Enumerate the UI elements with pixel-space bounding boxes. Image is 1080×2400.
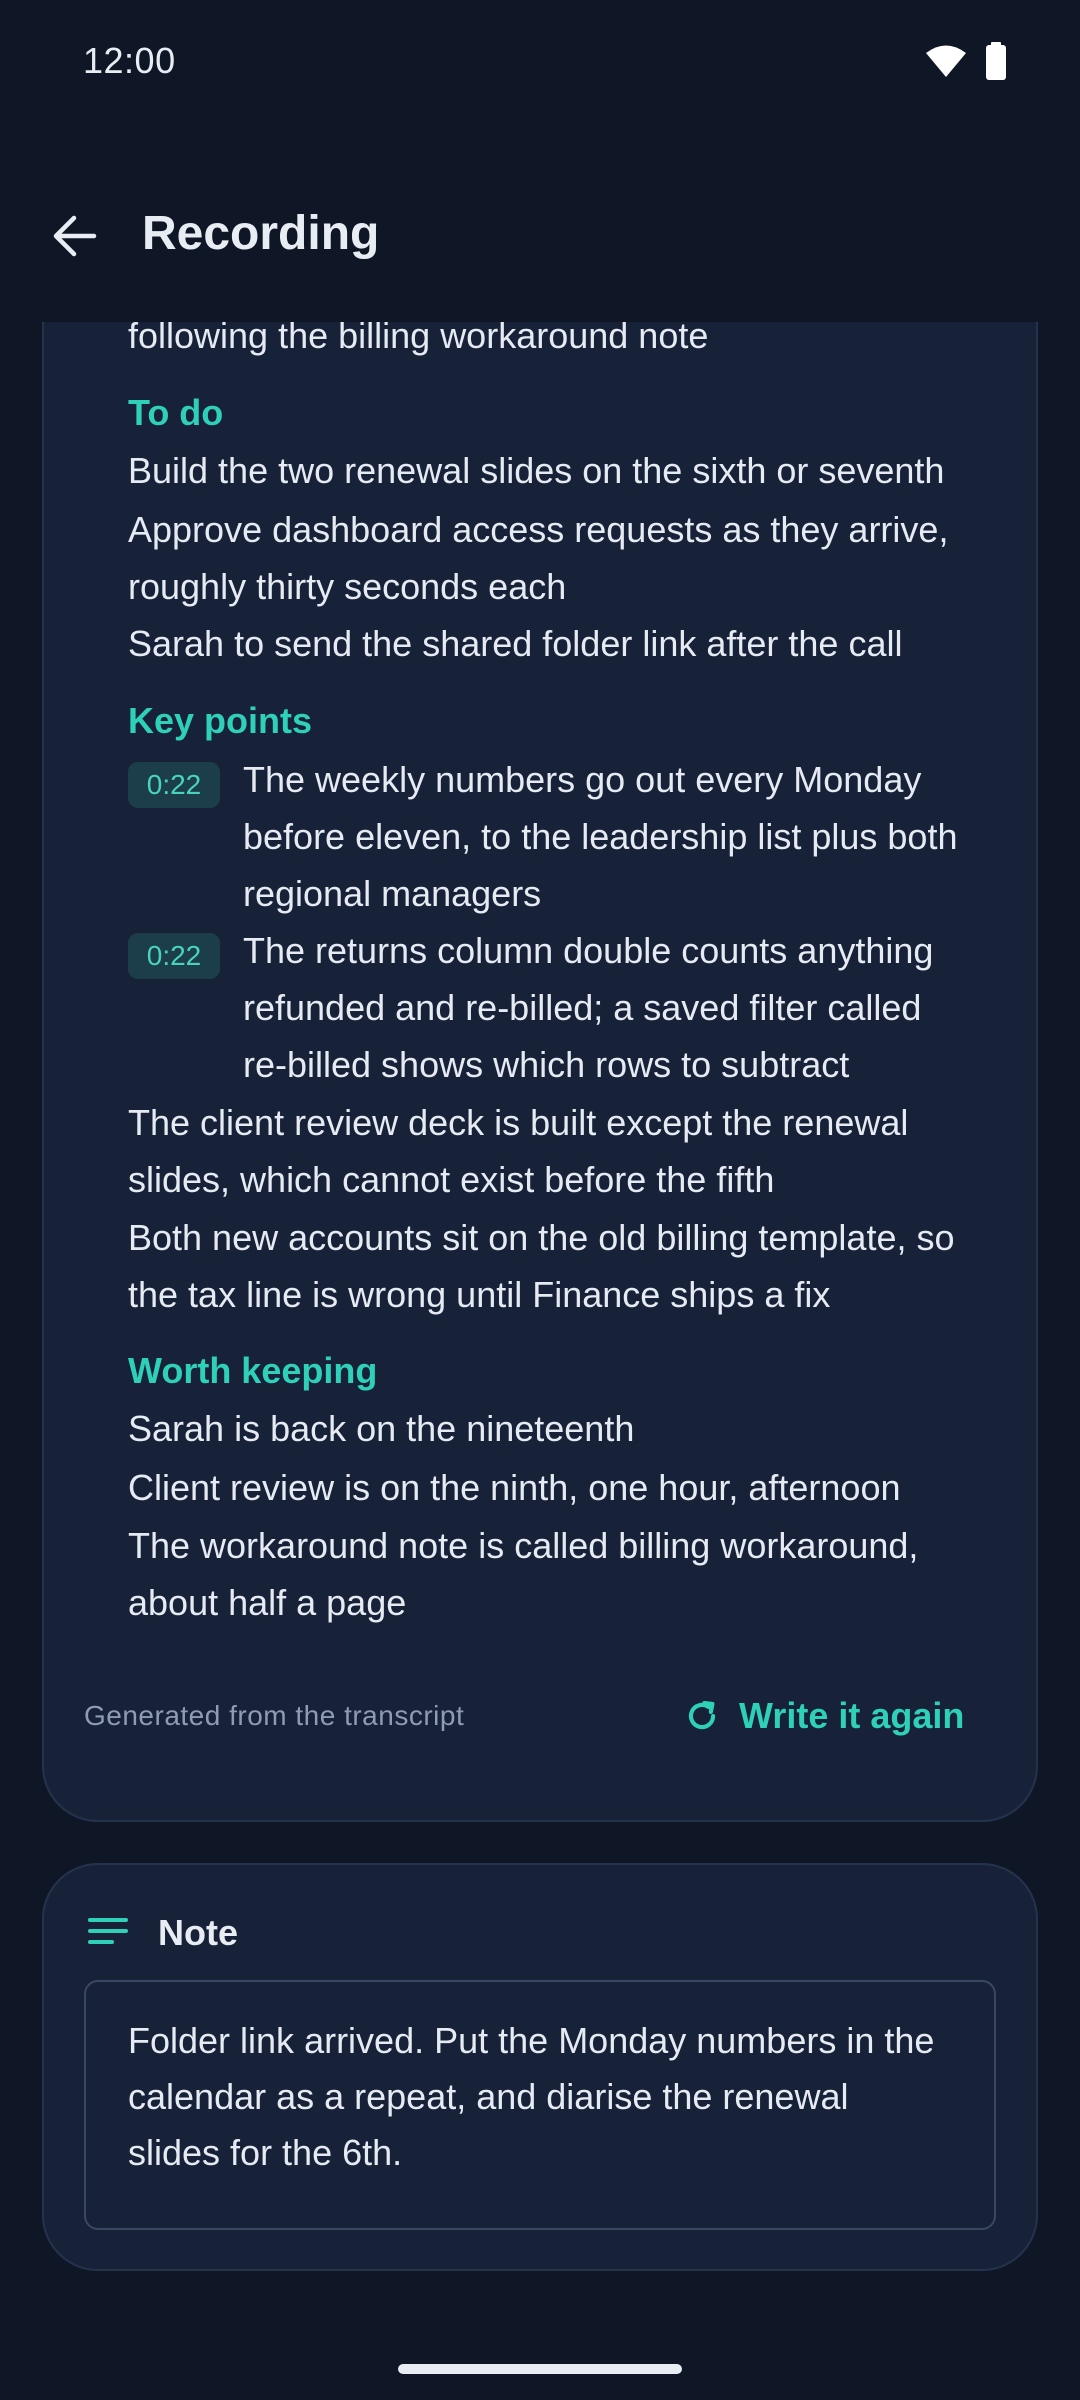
write-again-button[interactable]: Write it again [683, 1686, 964, 1746]
todo-line: roughly thirty seconds each [128, 566, 567, 607]
key-point-line: before eleven, to the leadership list pl… [243, 816, 958, 857]
key-point-line: slides, which cannot exist before the fi… [128, 1159, 775, 1200]
note-line: calendar as a repeat, and diarise the re… [128, 2076, 849, 2117]
note-text-field[interactable]: Folder link arrived. Put the Monday numb… [84, 1980, 996, 2230]
back-button[interactable] [34, 196, 114, 276]
todo-heading: To do [128, 392, 224, 433]
key-point-line: The returns column double counts anythin… [243, 930, 934, 971]
back-arrow-icon [53, 215, 97, 257]
refresh-icon [688, 1700, 716, 1730]
timestamp-chip[interactable]: 0:22 [128, 762, 220, 808]
notes-lines-icon [88, 1918, 128, 1944]
wifi-icon [926, 45, 966, 77]
worth-keeping-line: about half a page [128, 1582, 407, 1623]
page-title: Recording [142, 207, 380, 260]
key-point-line: the tax line is wrong until Finance ship… [128, 1274, 831, 1315]
key-point-line: re-billed shows which rows to subtract [243, 1044, 850, 1085]
write-again-label: Write it again [739, 1695, 965, 1736]
note-title: Note [158, 1912, 238, 1953]
status-time: 12:00 [83, 40, 176, 81]
worth-keeping-line: The workaround note is called billing wo… [128, 1525, 919, 1566]
key-point-line: The weekly numbers go out every Monday [243, 759, 922, 800]
generated-label: Generated from the transcript [84, 1700, 465, 1731]
timestamp-chip[interactable]: 0:22 [128, 933, 220, 979]
key-point-line: The client review deck is built except t… [128, 1102, 909, 1143]
todo-line: Build the two renewal slides on the sixt… [128, 450, 945, 491]
battery-icon [986, 42, 1006, 80]
worth-keeping-line: Client review is on the ninth, one hour,… [128, 1467, 901, 1508]
gesture-nav-handle[interactable] [398, 2364, 682, 2374]
note-line: slides for the 6th. [128, 2132, 403, 2173]
status-bar: 12:00 [0, 0, 1080, 126]
todo-line: Sarah to send the shared folder link aft… [128, 623, 903, 664]
key-point-line: refunded and re-billed; a saved filter c… [243, 987, 922, 1028]
summary-card: following the billing workaround note To… [42, 200, 1038, 1822]
todo-line: Approve dashboard access requests as the… [128, 509, 949, 550]
note-line: Folder link arrived. Put the Monday numb… [128, 2020, 935, 2061]
app-bar: Recording [0, 126, 1080, 322]
key-point-line: regional managers [243, 873, 542, 914]
worth-keeping-line: Sarah is back on the nineteenth [128, 1408, 635, 1449]
key-point-line: Both new accounts sit on the old billing… [128, 1217, 955, 1258]
worth-keeping-heading: Worth keeping [128, 1350, 378, 1391]
key-points-heading: Key points [128, 700, 313, 741]
